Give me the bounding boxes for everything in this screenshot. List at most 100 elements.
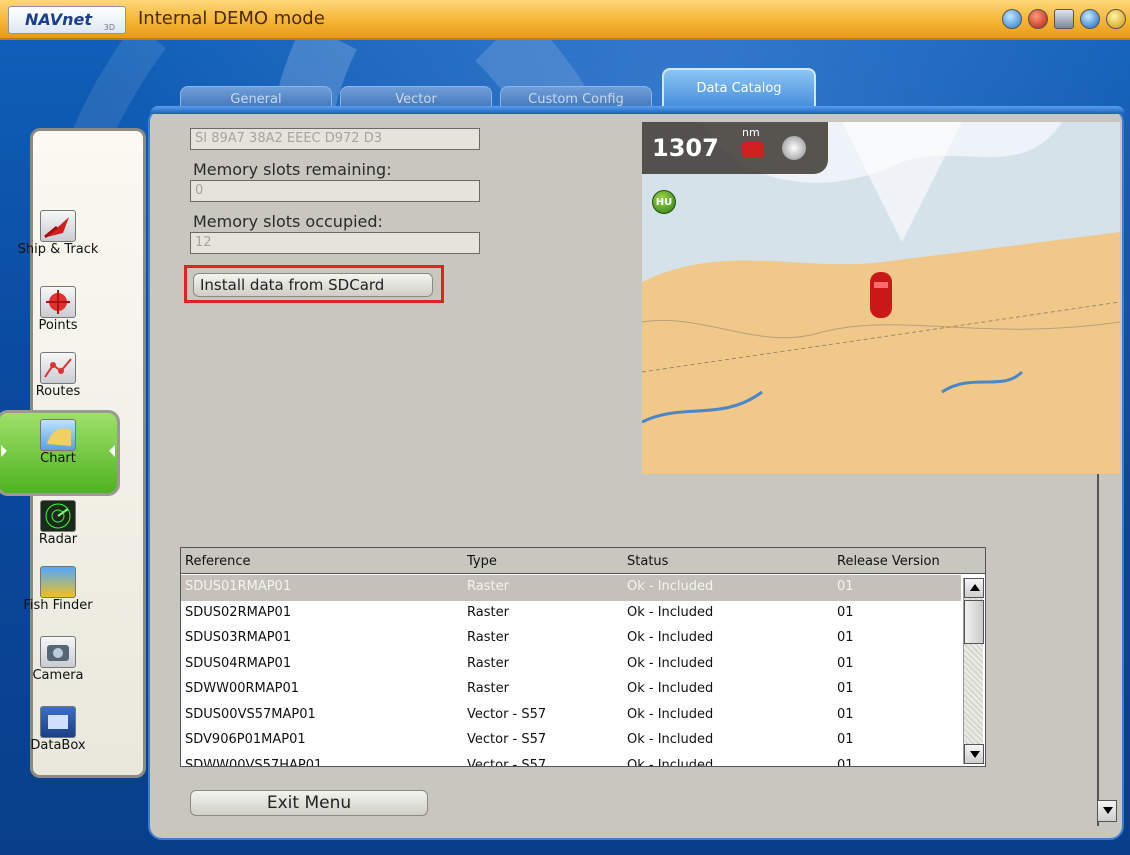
cell-status: Ok - Included [627,732,714,747]
column-header-reference[interactable]: Reference [185,554,250,569]
sidebar-item-routes[interactable]: Routes [0,352,116,399]
cell-status: Ok - Included [627,604,714,620]
cell-release-version: 01 [837,732,854,747]
cell-release-version: 01 [837,681,854,696]
status-icons [1002,9,1126,29]
cell-type: Vector - S57 [467,757,547,767]
chart-icon [40,419,76,451]
system-status-icon[interactable] [1002,9,1022,29]
slots-occupied-label: Memory slots occupied: [193,212,383,231]
points-icon [40,286,76,318]
cell-release-version: 01 [837,604,854,620]
cell-release-version: 01 [837,757,854,767]
heading-up-icon[interactable]: HU [652,190,676,214]
databox-icon [40,706,76,738]
panel-scroll-down-button[interactable] [1097,800,1117,822]
chart-map-view[interactable] [642,122,1120,474]
table-scrollbar[interactable] [963,578,984,764]
scroll-down-icon [970,751,980,758]
cell-release-version: 01 [837,579,854,594]
table-row[interactable]: SDUS00VS57MAP01 Vector - S57 Ok - Includ… [181,703,961,729]
install-sdcard-button[interactable]: Install data from SDCard [193,273,433,297]
column-header-type[interactable]: Type [467,554,497,569]
table-row[interactable]: SDWW00VS57HAP01 Vector - S57 Ok - Includ… [181,754,961,767]
panel-header-line [150,106,1125,114]
extra-status-icon[interactable] [1106,9,1126,29]
network-status-icon[interactable] [1054,9,1074,29]
sidebar-item-points[interactable]: Points [0,286,116,333]
sidebar-item-radar[interactable]: Radar [0,500,116,547]
slots-occupied-field: 12 [190,232,480,254]
cell-type: Vector - S57 [467,706,547,722]
sidebar-item-label: Camera [32,668,84,683]
chart-id-field: SI 89A7 38A2 EEEC D972 D3 [190,128,480,150]
camera-icon [40,636,76,668]
radar-icon [40,500,76,532]
cell-status: Ok - Included [627,630,714,645]
panel-scrollbar[interactable] [1097,474,1119,826]
cell-reference: SDUS00VS57MAP01 [185,706,316,722]
cell-type: Raster [467,630,509,645]
cell-reference: SDUS01RMAP01 [185,579,292,594]
cell-status: Ok - Included [627,706,714,722]
install-highlight: Install data from SDCard [184,265,444,303]
logo-subtext: 3D [103,23,115,32]
title-bar: NAVnet 3D Internal DEMO mode [0,0,1130,40]
data-catalog-table: Reference Type Status Release Version SD… [180,547,986,767]
sidebar-item-ship-track[interactable]: Ship & Track [0,210,116,257]
slots-remaining-label: Memory slots remaining: [193,160,392,179]
cell-release-version: 01 [837,706,854,722]
cell-status: Ok - Included [627,655,714,671]
distance-unit: nm [742,126,760,139]
left-arrow-icon [1,445,7,457]
scroll-up-button[interactable] [964,578,984,598]
sidebar-item-fish-finder[interactable]: Fish Finder [0,566,116,613]
distance-value: 1307 [652,134,719,162]
slots-remaining-field: 0 [190,180,480,202]
alarm-status-icon[interactable] [1028,9,1048,29]
globe-status-icon[interactable] [1080,9,1100,29]
window-title: Internal DEMO mode [138,8,325,29]
cell-reference: SDUS04RMAP01 [185,655,292,671]
cell-status: Ok - Included [627,757,714,767]
right-arrow-icon [109,445,115,457]
compass-icon [782,136,806,160]
sidebar-item-databox[interactable]: DataBox [0,706,116,753]
sidebar-item-label: Ship & Track [17,242,99,257]
cell-type: Vector - S57 [467,732,547,747]
cell-type: Raster [467,655,509,671]
sidebar-item-label: Points [38,318,78,333]
cell-reference: SDV906P01MAP01 [185,732,306,747]
scroll-down-button[interactable] [964,744,984,764]
table-row[interactable]: SDV906P01MAP01 Vector - S57 Ok - Include… [181,728,961,754]
table-header: Reference Type Status Release Version [181,548,985,574]
fish-finder-icon [40,566,76,598]
column-header-release-version[interactable]: Release Version [837,554,940,569]
cell-reference: SDWW00RMAP01 [185,681,300,696]
ship-track-icon [40,210,76,242]
scroll-thumb[interactable] [964,600,984,644]
table-row[interactable]: SDUS01RMAP01 Raster Ok - Included 01 [181,575,961,601]
sidebar-item-label: Chart [40,451,76,466]
table-row[interactable]: SDUS03RMAP01 Raster Ok - Included 01 [181,626,961,652]
table-row[interactable]: SDWW00RMAP01 Raster Ok - Included 01 [181,677,961,703]
sidebar-item-label: Fish Finder [23,598,93,613]
cell-type: Raster [467,579,509,594]
sidebar-item-label: DataBox [30,738,86,753]
column-header-status[interactable]: Status [627,554,668,569]
cell-reference: SDUS03RMAP01 [185,630,292,645]
routes-icon [40,352,76,384]
cell-type: Raster [467,604,509,620]
sidebar-item-label: Routes [35,384,81,399]
navnet-logo: NAVnet 3D [8,6,126,34]
table-row[interactable]: SDUS04RMAP01 Raster Ok - Included 01 [181,652,961,678]
sidebar-item-chart[interactable]: Chart [0,410,120,496]
ship-marker-icon [742,142,764,158]
sidebar-item-camera[interactable]: Camera [0,636,116,683]
cell-release-version: 01 [837,655,854,671]
cell-release-version: 01 [837,630,854,645]
table-row[interactable]: SDUS02RMAP01 Raster Ok - Included 01 [181,601,961,627]
cell-type: Raster [467,681,509,696]
exit-menu-button[interactable]: Exit Menu [190,790,428,816]
cell-reference: SDWW00VS57HAP01 [185,757,323,767]
